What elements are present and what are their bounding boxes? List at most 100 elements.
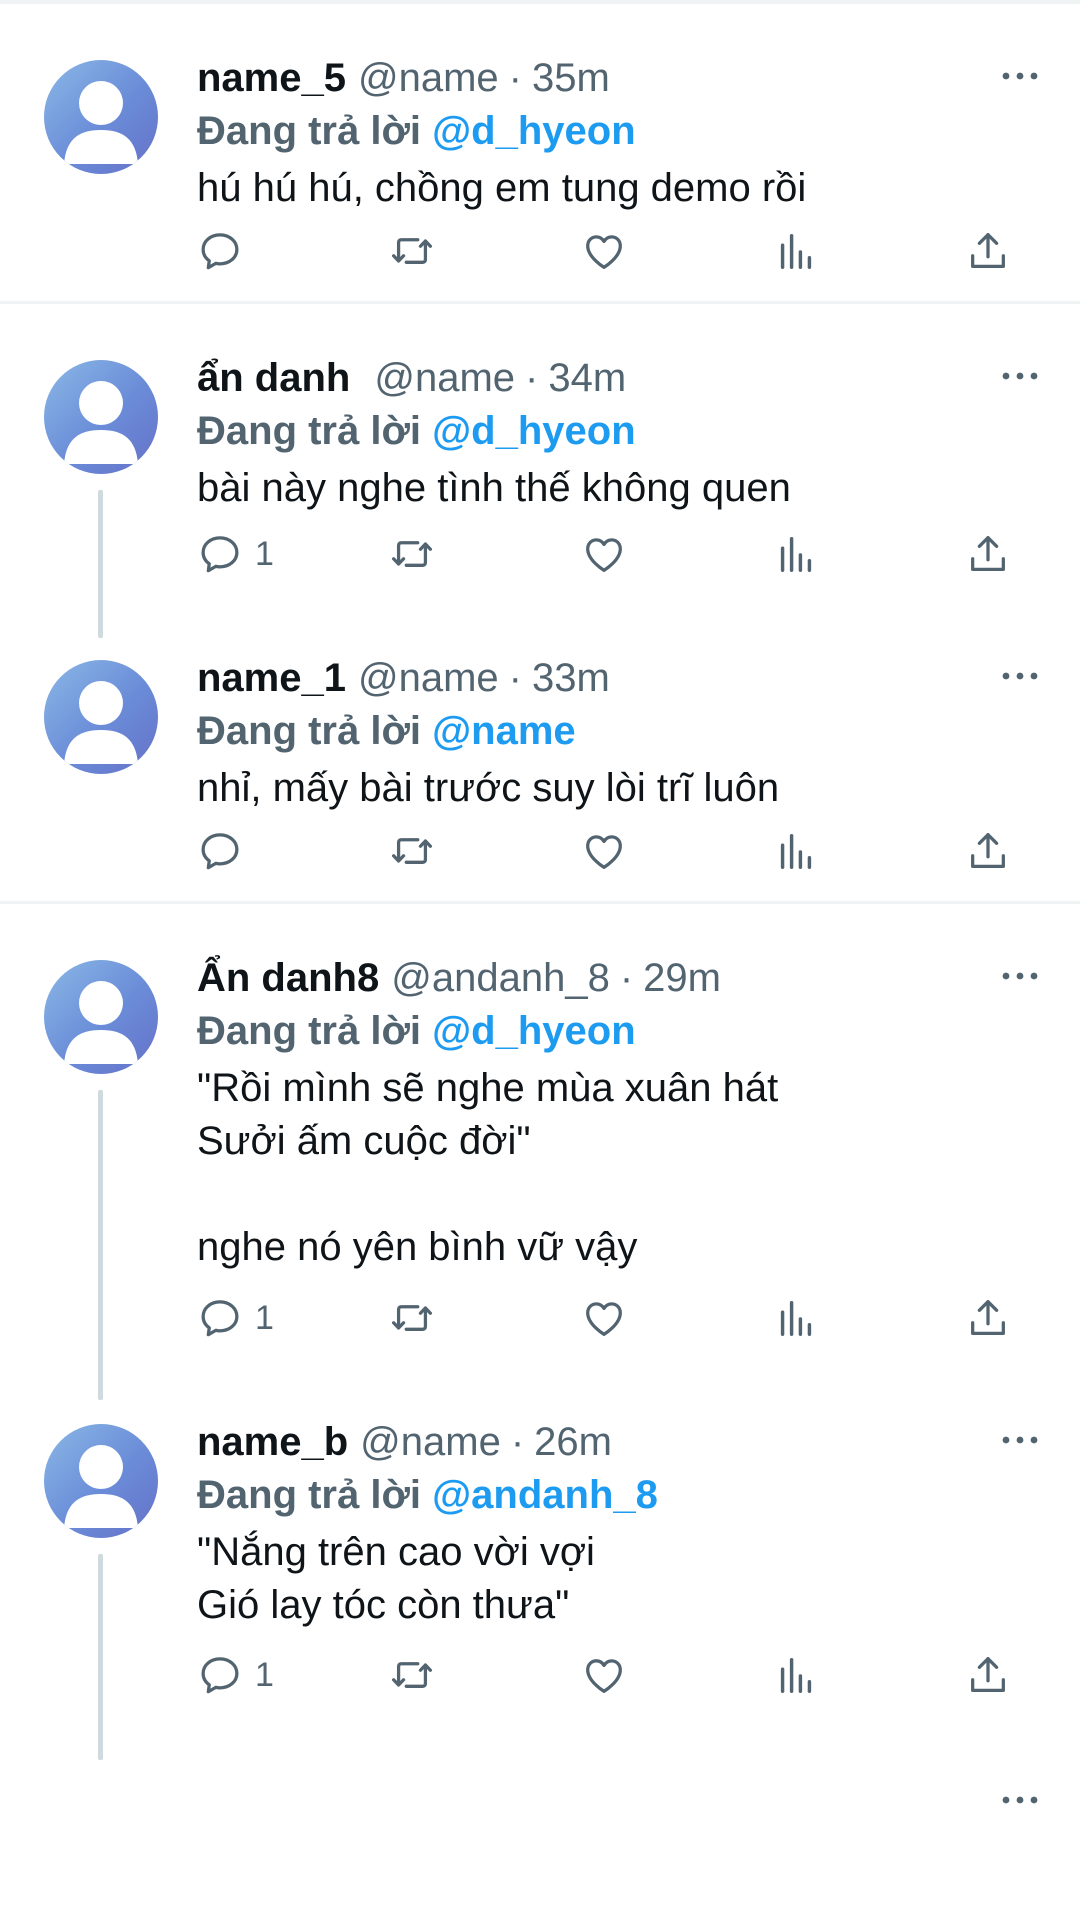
author-name[interactable]: Ẩn danh8 [197, 952, 379, 1004]
tweet[interactable]: Ẩn danh8 @andanh_8 · 29m Đang trả lời @d… [0, 904, 1080, 1400]
views-icon [773, 531, 819, 577]
retweet-button[interactable] [389, 1652, 581, 1698]
separator-dot: · [508, 56, 522, 100]
timestamp[interactable]: 35m [532, 52, 610, 104]
share-icon [965, 228, 1011, 274]
separator-dot: · [619, 956, 634, 1000]
replying-to: Đang trả lời @d_hyeon [197, 104, 1040, 158]
reply-icon [197, 828, 243, 874]
avatar-default-icon[interactable] [44, 60, 158, 174]
like-button[interactable] [581, 828, 773, 874]
action-bar [197, 221, 1040, 281]
author-name[interactable]: name_5 [197, 52, 346, 104]
timestamp[interactable]: 33m [532, 652, 610, 704]
share-button[interactable] [965, 1295, 1011, 1341]
avatar-default-icon[interactable] [44, 1424, 158, 1538]
replying-label: Đang trả lời [197, 1473, 422, 1517]
views-button[interactable] [773, 531, 965, 577]
like-button[interactable] [581, 1652, 773, 1698]
reply-button[interactable] [197, 228, 389, 274]
like-button[interactable] [581, 531, 773, 577]
retweet-button[interactable] [389, 228, 581, 274]
views-button[interactable] [773, 828, 965, 874]
replying-to: Đang trả lời @d_hyeon [197, 1004, 1040, 1058]
author-name[interactable]: ẩn danh [197, 352, 350, 404]
like-button[interactable] [581, 228, 773, 274]
replying-to: Đang trả lời @d_hyeon [197, 404, 1040, 458]
views-icon [773, 228, 819, 274]
like-button[interactable] [581, 1295, 773, 1341]
retweet-button[interactable] [389, 531, 581, 577]
mention-link[interactable]: @d_hyeon [432, 109, 635, 153]
action-bar: 1 [197, 1645, 1040, 1705]
author-handle[interactable]: @name [358, 652, 499, 704]
share-icon [965, 1295, 1011, 1341]
replying-label: Đang trả lời [197, 109, 422, 153]
tweet-header: Ẩn danh8 @andanh_8 · 29m [197, 952, 1040, 1004]
retweet-button[interactable] [389, 828, 581, 874]
avatar-default-icon[interactable] [44, 360, 158, 474]
share-button[interactable] [965, 531, 1011, 577]
avatar-default-icon[interactable] [44, 660, 158, 774]
author-handle[interactable]: @name [374, 352, 515, 404]
more-icon[interactable] [1000, 68, 1040, 84]
share-button[interactable] [965, 1652, 1011, 1698]
author-handle[interactable]: @andanh_8 [391, 952, 610, 1004]
share-button[interactable] [965, 228, 1011, 274]
like-icon [581, 531, 627, 577]
mention-link[interactable]: @d_hyeon [432, 409, 635, 453]
separator-dot: · [510, 1420, 525, 1464]
more-icon[interactable] [1000, 368, 1040, 384]
reply-button[interactable]: 1 [197, 531, 389, 577]
more-icon[interactable] [1000, 668, 1040, 684]
action-bar: 1 [197, 524, 1040, 584]
reply-button[interactable] [197, 828, 389, 874]
reply-icon [197, 531, 243, 577]
separator-dot: · [508, 656, 522, 700]
reply-timeline: name_5 @name · 35m Đang trả lời @d_hyeon… [0, 4, 1080, 1760]
reply-icon [197, 1295, 243, 1341]
tweet[interactable]: name_1 @name · 33m Đang trả lời @name nh… [0, 604, 1080, 904]
views-button[interactable] [773, 228, 965, 274]
share-icon [965, 531, 1011, 577]
views-icon [773, 1295, 819, 1341]
more-icon[interactable] [1000, 968, 1040, 984]
like-icon [581, 1652, 627, 1698]
views-button[interactable] [773, 1652, 965, 1698]
mention-link[interactable]: @d_hyeon [432, 1009, 635, 1053]
tweet-header: name_5 @name · 35m [197, 52, 1040, 104]
like-icon [581, 828, 627, 874]
tweet[interactable]: name_5 @name · 35m Đang trả lời @d_hyeon… [0, 4, 1080, 304]
author-handle[interactable]: @name [360, 1416, 501, 1468]
tweet-text: nhỉ, mấy bài trước suy lòi trĩ luôn [197, 766, 780, 810]
author-name[interactable]: name_b [197, 1416, 348, 1468]
avatar-default-icon[interactable] [44, 960, 158, 1074]
tweet[interactable]: ẩn danh @name · 34m Đang trả lời @d_hyeo… [0, 304, 1080, 638]
mention-link[interactable]: @name [432, 709, 576, 753]
reply-count: 1 [255, 534, 274, 573]
retweet-icon [389, 228, 435, 274]
more-icon[interactable] [1000, 1432, 1040, 1448]
reply-button[interactable]: 1 [197, 1295, 389, 1341]
replying-to: Đang trả lời @andanh_8 [197, 1468, 1040, 1522]
views-button[interactable] [773, 1295, 965, 1341]
mention-link[interactable]: @andanh_8 [432, 1473, 658, 1517]
tweet-text: bài này nghe tình thế không quen [197, 466, 791, 510]
separator-dot: · [525, 356, 539, 400]
share-button[interactable] [965, 828, 1011, 874]
replying-label: Đang trả lời [197, 709, 422, 753]
tweet[interactable]: name_b @name · 26m Đang trả lời @andanh_… [0, 1368, 1080, 1760]
reply-button[interactable]: 1 [197, 1652, 389, 1698]
action-bar [197, 821, 1040, 881]
more-icon[interactable] [1000, 1792, 1040, 1808]
action-bar: 1 [197, 1288, 1040, 1348]
timestamp[interactable]: 29m [643, 952, 721, 1004]
author-handle[interactable]: @name [358, 52, 499, 104]
timestamp[interactable]: 34m [548, 352, 626, 404]
retweet-button[interactable] [389, 1295, 581, 1341]
timestamp[interactable]: 26m [534, 1416, 612, 1468]
views-icon [773, 1652, 819, 1698]
author-name[interactable]: name_1 [197, 652, 346, 704]
replying-label: Đang trả lời [197, 1009, 422, 1053]
like-icon [581, 228, 627, 274]
